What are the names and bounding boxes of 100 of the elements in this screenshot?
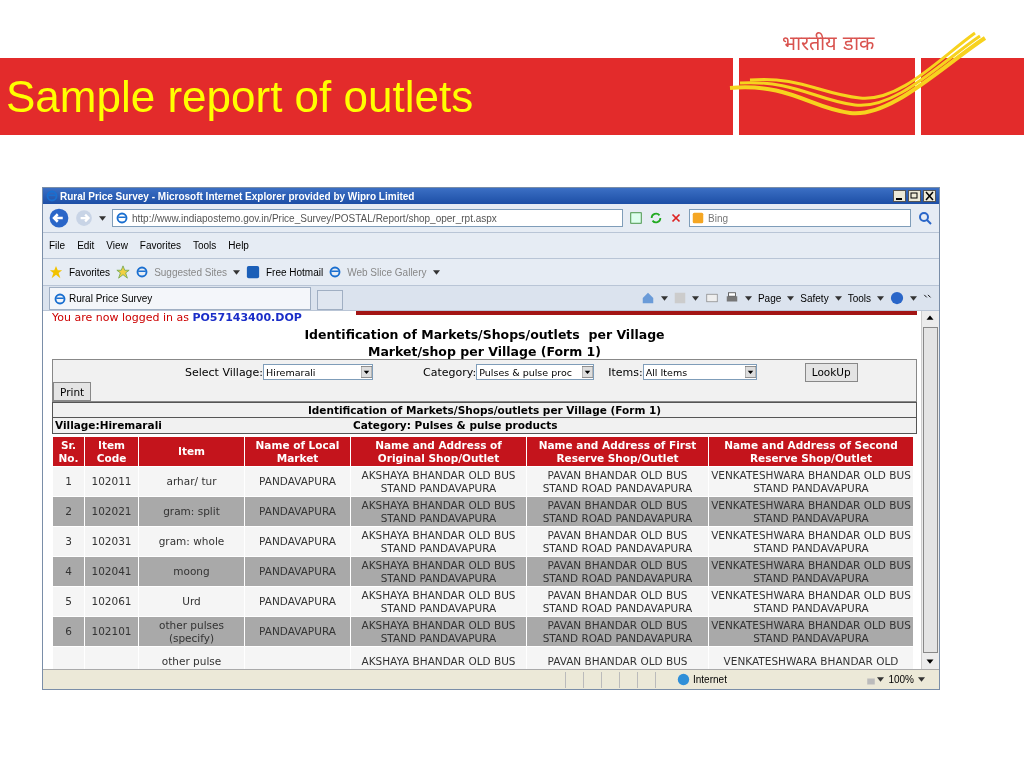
table-cell: VENKATESHWARA BHANDAR OLD BUS STAND PANDAVAPURA <box>708 526 914 557</box>
ie-icon[interactable] <box>136 266 149 278</box>
table-cell: PANDAVAPURA <box>244 616 351 647</box>
table-cell: AKSHAYA BHANDAR OLD BUS STAND PANDAVAPURA <box>350 556 527 587</box>
caret-icon[interactable] <box>787 295 795 301</box>
caret-icon[interactable] <box>744 295 752 301</box>
table-cell: AKSHAYA BHANDAR OLD BUS STAND PANDAVAPURA <box>350 496 527 527</box>
column-header: Name and Address of Original Shop/Outlet <box>350 436 527 467</box>
filter-label: Category: <box>423 365 477 379</box>
menu-item[interactable]: Edit <box>77 240 95 251</box>
dropdown-icon[interactable] <box>361 366 373 378</box>
table-cell: PANDAVAPURA <box>244 586 351 617</box>
print-icon[interactable] <box>724 291 739 305</box>
window-title: Rural Price Survey - Microsoft Internet Explorer provided by Wipro Limited <box>60 190 416 202</box>
table-cell: PAVAN BHANDAR OLD BUS STAND ROAD PANDAVAPURA <box>526 586 709 617</box>
table-cell: 102041 <box>84 556 139 587</box>
filter-label: Select Village: <box>185 365 264 379</box>
caret-icon[interactable] <box>918 677 925 682</box>
ie-icon[interactable] <box>329 266 342 278</box>
table-cell: 102011 <box>84 466 139 497</box>
lookup-button[interactable]: LookUp <box>804 362 858 382</box>
favorites-button[interactable]: Favorites <box>69 266 111 278</box>
page-icon[interactable] <box>116 212 128 224</box>
table-cell: PAVAN BHANDAR OLD BUS STAND ROAD PANDAVAPURA <box>526 616 709 647</box>
menu-item[interactable]: File <box>49 240 66 251</box>
favorites-link[interactable]: Free Hotmail <box>265 266 324 278</box>
caret-icon[interactable] <box>232 269 240 275</box>
table-cell: VENKATESHWARA BHANDAR OLD <box>708 646 914 669</box>
category-label: Category: Pulses & pulse products <box>352 418 559 433</box>
menu-item[interactable]: Favorites <box>139 240 181 251</box>
report-title: Identification of Markets/Shops/outlets per Village (Form 1) <box>52 402 917 418</box>
table-cell: VENKATESHWARA BHANDAR OLD BUS STAND PANDAVAPURA <box>708 556 914 587</box>
table-cell: AKSHAYA BHANDAR OLD BUS STAND PANDAVAPURA <box>350 466 527 497</box>
table-cell: 5 <box>52 586 85 617</box>
caret-icon[interactable] <box>910 295 917 301</box>
maximize-icon[interactable] <box>908 190 921 202</box>
zoom-control[interactable]: 100% <box>884 674 918 685</box>
search-icon[interactable] <box>917 210 933 226</box>
table-cell: AKSHAYA BHANDAR OLD BUS STAND PANDAVAPURA <box>350 586 527 617</box>
table-cell: 6 <box>52 616 85 647</box>
table-cell: 102101 <box>84 616 139 647</box>
table-cell: VENKATESHWARA BHANDAR OLD BUS STAND PANDAVAPURA <box>708 466 914 497</box>
scrollbar[interactable] <box>921 311 939 669</box>
filter-label: Items: <box>608 365 643 379</box>
table-cell: PAVAN BHANDAR OLD BUS STAND ROAD PANDAVAPURA <box>526 466 709 497</box>
browser-tab[interactable]: Rural Price Survey <box>49 287 311 310</box>
table-cell: PAVAN BHANDAR OLD BUS STAND ROAD PANDAVAPURA <box>526 496 709 527</box>
caret-icon[interactable] <box>877 677 885 682</box>
menu-item[interactable]: Tools <box>193 240 217 251</box>
address-field[interactable]: http://www.indiapostemo.gov.in/Price_Survey/POSTAL/Report/shop_oper_rpt.aspx <box>112 209 623 227</box>
caret-icon[interactable] <box>691 295 699 301</box>
back-icon[interactable] <box>49 208 69 228</box>
table-cell: VENKATESHWARA BHANDAR OLD BUS STAND PANDAVAPURA <box>708 616 914 647</box>
table-cell: 102021 <box>84 496 139 527</box>
table-cell: gram: whole <box>138 526 245 557</box>
report-heading: Identification of Markets/Shops/outlets per Village <box>303 327 666 342</box>
table-cell: PANDAVAPURA <box>244 526 351 557</box>
dropdown-icon[interactable] <box>744 366 756 378</box>
caret-icon[interactable] <box>877 295 884 301</box>
table-cell: AKSHAYA BHANDAR OLD BUS STAND PANDAVAPURA <box>350 526 527 557</box>
table-cell: 1 <box>52 466 85 497</box>
dropdown-field[interactable]: All Items <box>642 364 757 380</box>
dropdown-field[interactable]: Hiremarali <box>263 364 374 380</box>
slide-title: Sample report of outlets <box>6 71 474 122</box>
close-icon[interactable] <box>923 190 936 202</box>
minimize-icon[interactable] <box>893 190 906 202</box>
menu-item[interactable]: Help <box>228 240 249 251</box>
caret-icon[interactable] <box>834 295 842 301</box>
column-header: Name and Address of Second Reserve Shop/Outlet <box>708 436 914 467</box>
column-header: Name of Local Market <box>244 436 351 467</box>
command-menu[interactable]: Safety <box>800 292 829 304</box>
table-cell: moong <box>138 556 245 587</box>
zone-indicator: Internet <box>673 673 731 686</box>
table-cell: Urd <box>138 586 245 617</box>
table-cell: 4 <box>52 556 85 587</box>
command-menu[interactable]: Page <box>757 292 782 304</box>
ie-icon[interactable] <box>54 292 66 305</box>
table-cell: PAVAN BHANDAR OLD BUS <box>526 646 709 669</box>
caret-icon[interactable] <box>99 215 106 221</box>
table-cell: AKSHAYA BHANDAR OLD BUS <box>350 646 527 669</box>
refresh-icon[interactable] <box>649 211 663 225</box>
column-header: Item Code <box>84 436 139 467</box>
column-header: Item <box>138 436 245 467</box>
table-cell: 2 <box>52 496 85 527</box>
table-cell: VENKATESHWARA BHANDAR OLD BUS STAND PANDAVAPURA <box>708 586 914 617</box>
search-field[interactable]: Bing <box>689 209 911 227</box>
login-message: You are now logged in as PO57143400.DOP <box>52 311 303 324</box>
table-cell: other pulses (specify) <box>138 616 245 647</box>
dropdown-field[interactable]: Pulses & pulse proc <box>476 364 595 380</box>
dropdown-icon[interactable] <box>582 366 594 378</box>
menu-item[interactable]: View <box>106 240 128 251</box>
table-cell: 102061 <box>84 586 139 617</box>
command-menu[interactable]: Tools <box>847 292 871 304</box>
table-cell: PAVAN BHANDAR OLD BUS STAND ROAD PANDAVAPURA <box>526 556 709 587</box>
table-cell: arhar/ tur <box>138 466 245 497</box>
caret-icon[interactable] <box>432 269 440 275</box>
caret-icon[interactable] <box>660 295 668 301</box>
print-button[interactable]: Print <box>53 382 92 401</box>
star-icon[interactable] <box>49 265 63 279</box>
table-cell: 3 <box>52 526 85 557</box>
